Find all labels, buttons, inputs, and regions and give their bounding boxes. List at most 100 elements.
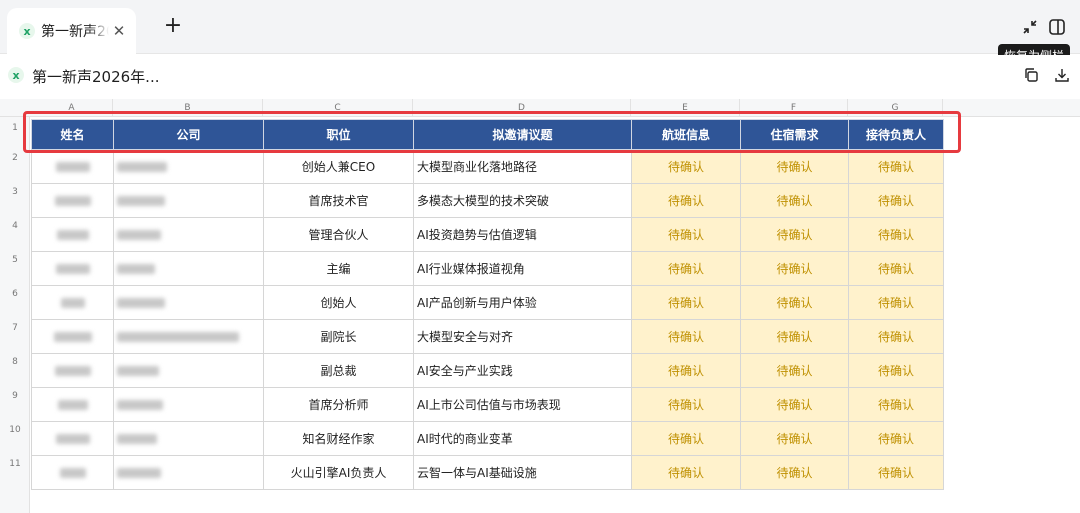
- position-cell[interactable]: 知名财经作家: [263, 421, 414, 456]
- topic-cell[interactable]: 大模型安全与对齐: [413, 319, 632, 354]
- flight-cell[interactable]: 待确认: [631, 455, 741, 490]
- flight-cell[interactable]: 待确认: [631, 251, 741, 286]
- close-icon[interactable]: ✕: [111, 22, 127, 40]
- topic-cell[interactable]: AI产品创新与用户体验: [413, 285, 632, 320]
- row-header[interactable]: 7: [0, 323, 30, 333]
- header-name[interactable]: 姓名: [31, 119, 114, 150]
- host-cell[interactable]: 待确认: [848, 285, 944, 320]
- host-cell[interactable]: 待确认: [848, 183, 944, 218]
- host-cell[interactable]: 待确认: [848, 455, 944, 490]
- topic-cell[interactable]: AI投资趋势与估值逻辑: [413, 217, 632, 252]
- flight-cell[interactable]: 待确认: [631, 421, 741, 456]
- accommodation-cell[interactable]: 待确认: [740, 353, 849, 388]
- position-cell[interactable]: 首席技术官: [263, 183, 414, 218]
- company-cell[interactable]: [113, 421, 264, 456]
- host-cell[interactable]: 待确认: [848, 387, 944, 422]
- host-cell[interactable]: 待确认: [848, 217, 944, 252]
- copy-icon[interactable]: [1023, 67, 1041, 85]
- accommodation-cell[interactable]: 待确认: [740, 251, 849, 286]
- accommodation-cell[interactable]: 待确认: [740, 217, 849, 252]
- document-tab[interactable]: x 第一新声2026年 ✕: [7, 8, 136, 54]
- company-cell[interactable]: [113, 285, 264, 320]
- row-header[interactable]: 6: [0, 289, 30, 299]
- column-header[interactable]: G: [848, 99, 943, 117]
- topic-cell[interactable]: AI时代的商业变革: [413, 421, 632, 456]
- host-cell[interactable]: 待确认: [848, 421, 944, 456]
- name-cell[interactable]: [31, 319, 114, 354]
- accommodation-cell[interactable]: 待确认: [740, 149, 849, 184]
- column-header[interactable]: C: [263, 99, 413, 117]
- name-cell[interactable]: [31, 183, 114, 218]
- header-position[interactable]: 职位: [263, 119, 414, 150]
- column-header[interactable]: B: [113, 99, 263, 117]
- new-tab-button[interactable]: +: [162, 14, 184, 38]
- company-cell[interactable]: [113, 319, 264, 354]
- name-cell[interactable]: [31, 217, 114, 252]
- company-cell[interactable]: [113, 455, 264, 490]
- topic-cell[interactable]: AI安全与产业实践: [413, 353, 632, 388]
- company-cell[interactable]: [113, 387, 264, 422]
- row-header[interactable]: 3: [0, 187, 30, 197]
- company-cell[interactable]: [113, 183, 264, 218]
- spreadsheet[interactable]: A B C D E F G 1 2 3 4 5 6 7 8 9 10 11 姓名…: [0, 99, 1080, 513]
- position-cell[interactable]: 副总裁: [263, 353, 414, 388]
- header-host[interactable]: 接待负责人: [848, 119, 944, 150]
- position-cell[interactable]: 创始人兼CEO: [263, 149, 414, 184]
- accommodation-cell[interactable]: 待确认: [740, 183, 849, 218]
- position-cell[interactable]: 火山引擎AI负责人: [263, 455, 414, 490]
- flight-cell[interactable]: 待确认: [631, 183, 741, 218]
- header-company[interactable]: 公司: [113, 119, 264, 150]
- flight-cell[interactable]: 待确认: [631, 353, 741, 388]
- accommodation-cell[interactable]: 待确认: [740, 455, 849, 490]
- flight-cell[interactable]: 待确认: [631, 285, 741, 320]
- name-cell[interactable]: [31, 421, 114, 456]
- accommodation-cell[interactable]: 待确认: [740, 319, 849, 354]
- header-topic[interactable]: 拟邀请议题: [413, 119, 632, 150]
- company-cell[interactable]: [113, 217, 264, 252]
- row-header[interactable]: 1: [0, 123, 30, 133]
- header-flight[interactable]: 航班信息: [631, 119, 741, 150]
- row-header[interactable]: 9: [0, 391, 30, 401]
- flight-cell[interactable]: 待确认: [631, 319, 741, 354]
- row-header[interactable]: 10: [0, 425, 30, 435]
- position-cell[interactable]: 管理合伙人: [263, 217, 414, 252]
- name-cell[interactable]: [31, 353, 114, 388]
- sidebar-toggle-icon[interactable]: [1046, 16, 1068, 38]
- column-header[interactable]: E: [631, 99, 740, 117]
- column-header[interactable]: F: [740, 99, 848, 117]
- topic-cell[interactable]: 云智一体与AI基础设施: [413, 455, 632, 490]
- flight-cell[interactable]: 待确认: [631, 217, 741, 252]
- topic-cell[interactable]: 大模型商业化落地路径: [413, 149, 632, 184]
- company-cell[interactable]: [113, 251, 264, 286]
- host-cell[interactable]: 待确认: [848, 319, 944, 354]
- accommodation-cell[interactable]: 待确认: [740, 387, 849, 422]
- flight-cell[interactable]: 待确认: [631, 387, 741, 422]
- row-header[interactable]: 11: [0, 459, 30, 469]
- name-cell[interactable]: [31, 149, 114, 184]
- name-cell[interactable]: [31, 251, 114, 286]
- topic-cell[interactable]: AI行业媒体报道视角: [413, 251, 632, 286]
- host-cell[interactable]: 待确认: [848, 353, 944, 388]
- host-cell[interactable]: 待确认: [848, 251, 944, 286]
- company-cell[interactable]: [113, 149, 264, 184]
- flight-cell[interactable]: 待确认: [631, 149, 741, 184]
- download-icon[interactable]: [1054, 67, 1072, 85]
- accommodation-cell[interactable]: 待确认: [740, 285, 849, 320]
- position-cell[interactable]: 首席分析师: [263, 387, 414, 422]
- name-cell[interactable]: [31, 387, 114, 422]
- header-accommodation[interactable]: 住宿需求: [740, 119, 849, 150]
- name-cell[interactable]: [31, 285, 114, 320]
- column-header[interactable]: A: [31, 99, 113, 117]
- topic-cell[interactable]: AI上市公司估值与市场表现: [413, 387, 632, 422]
- accommodation-cell[interactable]: 待确认: [740, 421, 849, 456]
- position-cell[interactable]: 主编: [263, 251, 414, 286]
- company-cell[interactable]: [113, 353, 264, 388]
- column-header[interactable]: D: [413, 99, 631, 117]
- collapse-icon[interactable]: [1019, 16, 1041, 38]
- topic-cell[interactable]: 多模态大模型的技术突破: [413, 183, 632, 218]
- row-header[interactable]: 4: [0, 221, 30, 231]
- row-header[interactable]: 5: [0, 255, 30, 265]
- position-cell[interactable]: 创始人: [263, 285, 414, 320]
- row-header[interactable]: 8: [0, 357, 30, 367]
- name-cell[interactable]: [31, 455, 114, 490]
